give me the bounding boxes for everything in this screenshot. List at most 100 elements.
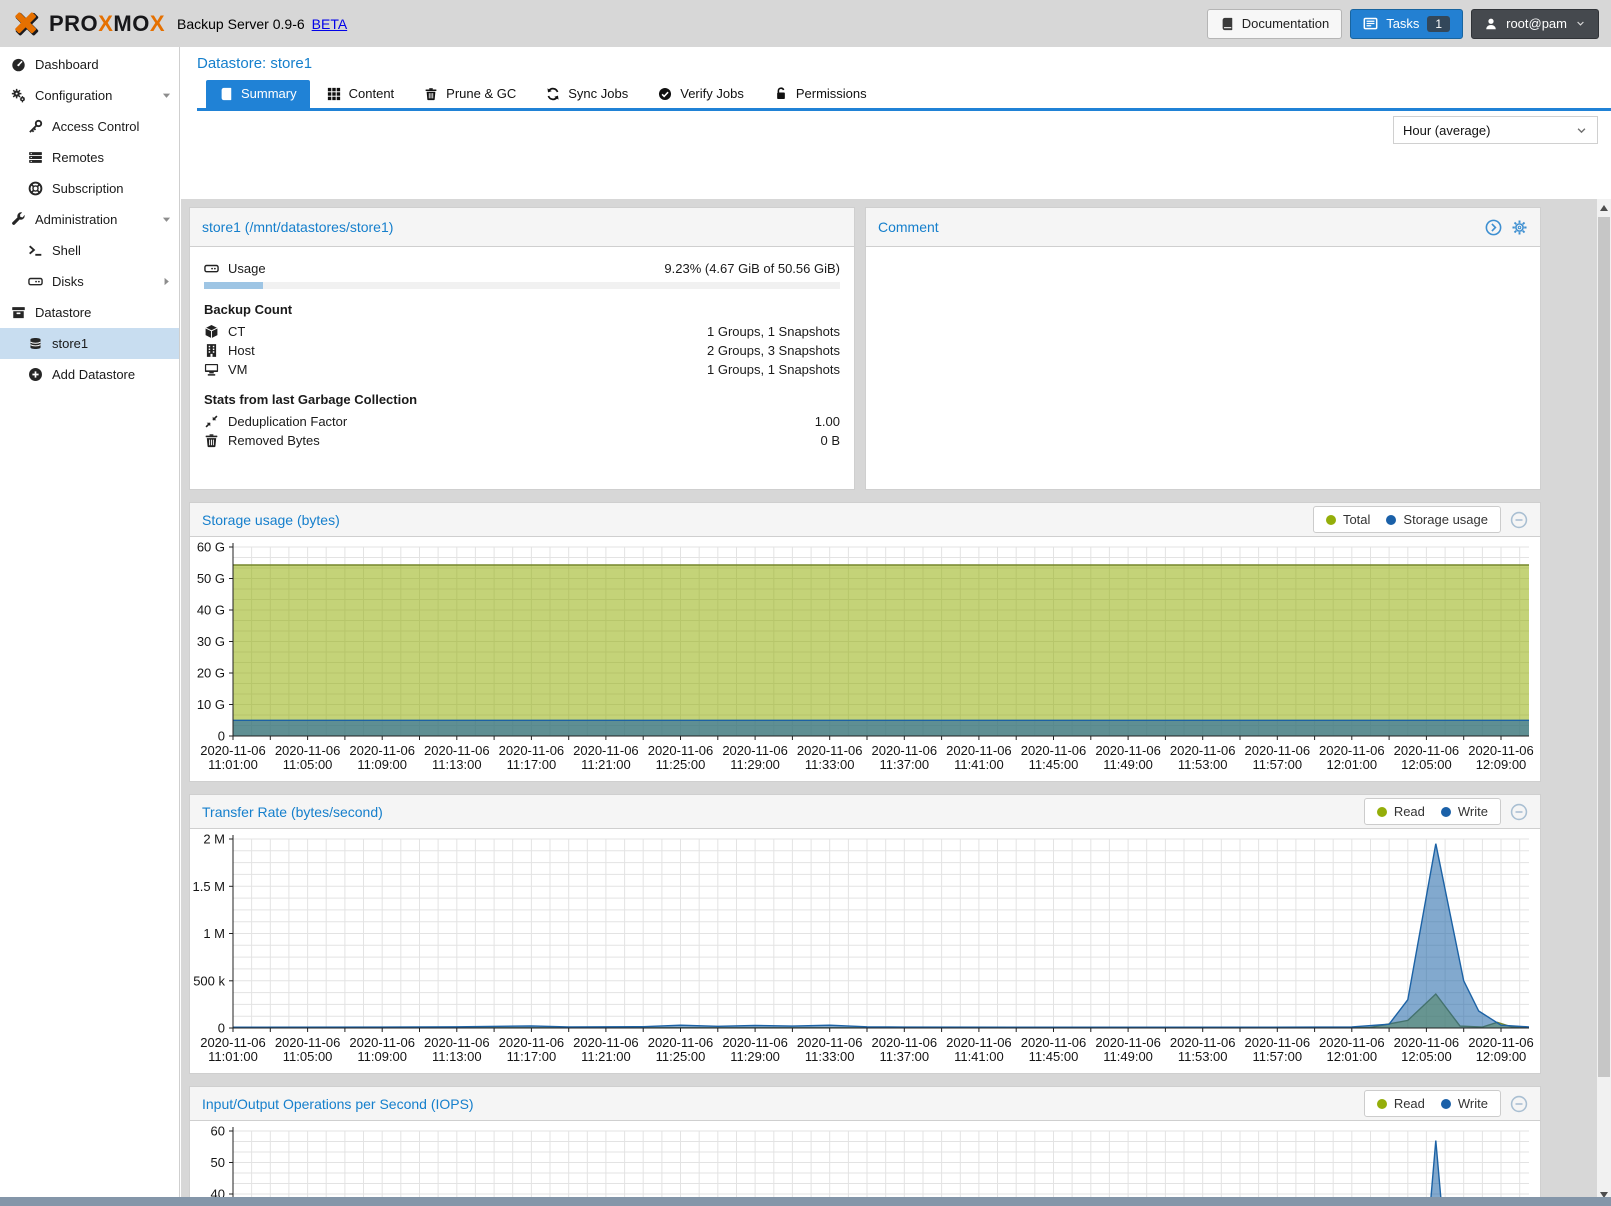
comment-panel-body[interactable] <box>866 247 1540 490</box>
svg-text:2020-11-06: 2020-11-06 <box>648 743 714 758</box>
svg-text:11:13:00: 11:13:00 <box>432 1049 482 1064</box>
sidebar-item-access-control[interactable]: Access Control <box>0 111 179 142</box>
svg-text:60 G: 60 G <box>197 540 225 555</box>
svg-text:2020-11-06: 2020-11-06 <box>573 1035 639 1050</box>
collapse-arrow-icon[interactable] <box>161 90 172 101</box>
app-title: Backup Server 0.9-6 <box>177 16 305 32</box>
beta-link[interactable]: BETA <box>312 16 348 32</box>
tab-summary[interactable]: Summary <box>206 80 310 108</box>
svg-text:2020-11-06: 2020-11-06 <box>797 1035 863 1050</box>
chevron-circle-right-icon[interactable] <box>1485 219 1502 236</box>
legend-item-read[interactable]: Read <box>1377 804 1425 819</box>
sync-icon <box>546 87 560 101</box>
tab-sync-jobs[interactable]: Sync Jobs <box>533 80 641 108</box>
tasks-button[interactable]: Tasks 1 <box>1350 9 1463 39</box>
legend-item-write[interactable]: Write <box>1441 1096 1488 1111</box>
svg-text:12:01:00: 12:01:00 <box>1326 757 1377 772</box>
sidebar-item-dashboard[interactable]: Dashboard <box>0 49 179 80</box>
minus-circle-icon[interactable] <box>1510 511 1528 529</box>
svg-text:2020-11-06: 2020-11-06 <box>349 743 415 758</box>
svg-text:11:25:00: 11:25:00 <box>656 1049 706 1064</box>
tab-label: Verify Jobs <box>680 86 744 101</box>
tab-prune-gc[interactable]: Prune & GC <box>411 80 529 108</box>
svg-text:11:13:00: 11:13:00 <box>432 757 482 772</box>
svg-text:2020-11-06: 2020-11-06 <box>1170 743 1236 758</box>
sidebar-item-remotes[interactable]: Remotes <box>0 142 179 173</box>
tab-content[interactable]: Content <box>314 80 408 108</box>
svg-text:50: 50 <box>211 1155 225 1170</box>
svg-text:2020-11-06: 2020-11-06 <box>200 1035 266 1050</box>
svg-text:20 G: 20 G <box>197 666 225 681</box>
svg-text:11:53:00: 11:53:00 <box>1178 757 1228 772</box>
building-icon <box>204 343 219 358</box>
gears-icon <box>11 88 26 103</box>
store1-panel-body: Usage 9.23% (4.67 GiB of 50.56 GiB) Back… <box>190 247 854 450</box>
tachometer-icon <box>11 57 26 72</box>
svg-text:11:01:00: 11:01:00 <box>208 1049 258 1064</box>
range-combobox[interactable]: Hour (average) <box>1393 116 1598 144</box>
expand-arrow-icon[interactable] <box>161 276 172 287</box>
svg-text:2020-11-06: 2020-11-06 <box>797 743 863 758</box>
sidebar-item-disks[interactable]: Disks <box>0 266 179 297</box>
svg-text:1 M: 1 M <box>203 926 225 941</box>
proxmox-logo: PROXMOX <box>12 9 165 39</box>
row-value: 1 Groups, 1 Snapshots <box>707 324 840 339</box>
scrollbar-thumb[interactable] <box>1598 217 1610 1077</box>
svg-text:11:33:00: 11:33:00 <box>805 757 855 772</box>
usage-progress-bar <box>204 282 840 289</box>
chart-legend: Read Write <box>1364 798 1501 825</box>
chart-body-transfer: 0500 k1 M1.5 M2 M2020-11-0611:01:002020-… <box>190 829 1540 1074</box>
scrollbar-up-arrow[interactable] <box>1597 201 1611 216</box>
svg-text:11:45:00: 11:45:00 <box>1029 757 1079 772</box>
sidebar-item-store1[interactable]: store1 <box>0 328 179 359</box>
svg-text:1.5 M: 1.5 M <box>192 879 225 894</box>
svg-text:12:09:00: 12:09:00 <box>1476 757 1527 772</box>
legend-item-total[interactable]: Total <box>1326 512 1370 527</box>
row-value: 2 Groups, 3 Snapshots <box>707 343 840 358</box>
comment-panel-header: Comment <box>866 208 1540 247</box>
row-value: 1 Groups, 1 Snapshots <box>707 362 840 377</box>
sidebar-item-label: Datastore <box>35 305 91 320</box>
minus-circle-icon[interactable] <box>1510 1095 1528 1113</box>
svg-text:2020-11-06: 2020-11-06 <box>1394 743 1460 758</box>
user-menu-button[interactable]: root@pam <box>1471 9 1599 39</box>
svg-text:11:33:00: 11:33:00 <box>805 1049 855 1064</box>
sidebar-item-shell[interactable]: Shell <box>0 235 179 266</box>
chevron-down-icon[interactable] <box>1575 124 1588 137</box>
sidebar-item-configuration[interactable]: Configuration <box>0 80 179 111</box>
cube-icon <box>204 324 219 339</box>
tab-verify-jobs[interactable]: Verify Jobs <box>645 80 757 108</box>
legend-item-storage-usage[interactable]: Storage usage <box>1386 512 1488 527</box>
window-bottom-edge <box>0 1197 1611 1206</box>
sidebar-item-add-datastore[interactable]: Add Datastore <box>0 359 179 390</box>
chart-body-storage: 010 G20 G30 G40 G50 G60 G2020-11-0611:01… <box>190 537 1540 782</box>
svg-text:2020-11-06: 2020-11-06 <box>1095 743 1161 758</box>
desktop-icon <box>204 362 219 377</box>
legend-label: Read <box>1394 1096 1425 1111</box>
sidebar-item-subscription[interactable]: Subscription <box>0 173 179 204</box>
documentation-button[interactable]: Documentation <box>1207 9 1342 39</box>
panel-chart-iops: Input/Output Operations per Second (IOPS… <box>189 1086 1541 1206</box>
backup-count-heading: Backup Count <box>190 289 854 322</box>
chart-header-transfer: Transfer Rate (bytes/second)ReadWrite <box>190 795 1540 829</box>
logo-text: PROXMOX <box>49 11 165 37</box>
vertical-scrollbar[interactable] <box>1597 199 1611 1206</box>
collapse-arrow-icon[interactable] <box>161 214 172 225</box>
sidebar-item-datastore[interactable]: Datastore <box>0 297 179 328</box>
svg-text:2020-11-06: 2020-11-06 <box>275 743 341 758</box>
sidebar-item-administration[interactable]: Administration <box>0 204 179 235</box>
svg-text:11:21:00: 11:21:00 <box>581 1049 631 1064</box>
usage-value: 9.23% (4.67 GiB of 50.56 GiB) <box>664 261 840 276</box>
usage-progress-fill <box>204 282 263 289</box>
proxmox-logo-icon <box>12 9 42 39</box>
user-icon <box>1484 17 1498 31</box>
gear-icon[interactable] <box>1511 219 1528 236</box>
terminal-icon <box>28 243 43 258</box>
minus-circle-icon[interactable] <box>1510 803 1528 821</box>
legend-item-write[interactable]: Write <box>1441 804 1488 819</box>
legend-item-read[interactable]: Read <box>1377 1096 1425 1111</box>
content-scroll-region: store1 (/mnt/datastores/store1) Usage 9.… <box>181 199 1611 1206</box>
svg-text:2020-11-06: 2020-11-06 <box>1319 743 1385 758</box>
svg-text:2020-11-06: 2020-11-06 <box>722 1035 788 1050</box>
tab-permissions[interactable]: Permissions <box>761 80 880 108</box>
